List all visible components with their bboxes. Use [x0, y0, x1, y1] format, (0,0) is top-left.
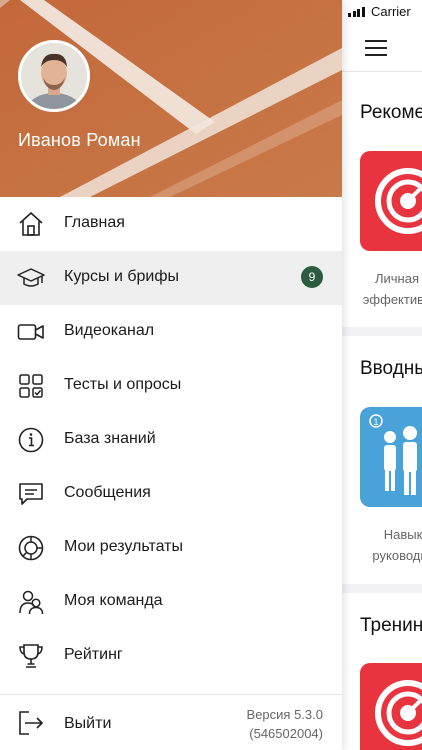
- section-intro: Вводны 1 Навык руководит: [342, 336, 422, 584]
- section-title: Рекоме: [360, 102, 422, 123]
- user-photo: [21, 43, 87, 109]
- video-camera-icon: [17, 324, 44, 340]
- trophy-icon: [19, 644, 43, 668]
- menu-item-home[interactable]: Главная: [0, 197, 342, 251]
- course-caption: Личная эффективн: [362, 271, 422, 307]
- menu-item-label: Курсы и брифы: [64, 268, 180, 285]
- drawer-header: Иванов Роман: [0, 0, 342, 197]
- team-icon: [19, 590, 44, 615]
- version-label: Версия 5.3.0: [246, 707, 323, 722]
- logout-button[interactable]: Выйти: [64, 715, 111, 733]
- menu-item-label: Моя команда: [64, 592, 163, 609]
- menu-item-courses[interactable]: Курсы и брифы: [0, 251, 342, 305]
- section-title: Тренин: [360, 615, 422, 636]
- section-trainings: Тренин: [342, 593, 422, 750]
- menu-item-my-results[interactable]: Мои результаты: [0, 521, 342, 575]
- course-thumbnail[interactable]: 1: [360, 407, 422, 507]
- courses-count-badge: 9: [301, 266, 323, 288]
- menu-item-label: Мои результаты: [64, 538, 183, 555]
- status-bar: Carrier: [342, 0, 422, 24]
- menu-item-rating[interactable]: Рейтинг: [0, 629, 342, 683]
- navigation-drawer: Иванов Роман Главная Курсы и брифы Видео…: [0, 0, 342, 750]
- menu-item-video-channel[interactable]: Видеоканал: [0, 305, 342, 359]
- info-icon: [18, 427, 44, 453]
- menu-item-label: Главная: [64, 214, 125, 231]
- carrier-label: Carrier: [371, 4, 411, 19]
- menu-item-label: Видеоканал: [64, 322, 155, 339]
- menu-item-label: Сообщения: [64, 484, 151, 501]
- graduation-cap-icon: [17, 268, 45, 287]
- target-icon: [375, 680, 422, 746]
- avatar[interactable]: [18, 40, 90, 112]
- home-icon: [19, 212, 43, 236]
- results-chart-icon: [18, 535, 44, 561]
- signal-icon: [348, 7, 365, 17]
- menu-item-label: Тесты и опросы: [64, 376, 182, 393]
- drawer-menu: Главная Курсы и брифы Видеоканал Тесты и…: [0, 197, 342, 683]
- svg-text:1: 1: [373, 417, 378, 427]
- course-caption: Навык руководит: [372, 527, 422, 563]
- user-name: Иванов Роман: [18, 130, 141, 150]
- section-title: Вводны: [360, 358, 422, 379]
- menu-item-knowledge-base[interactable]: База знаний: [0, 413, 342, 467]
- menu-icon[interactable]: [365, 40, 387, 56]
- menu-item-label: База знаний: [64, 430, 156, 447]
- tests-grid-icon: [19, 374, 43, 398]
- menu-item-tests[interactable]: Тесты и опросы: [0, 359, 342, 413]
- drawer-footer: Выйти Версия 5.3.0 (546502004): [0, 694, 342, 750]
- course-thumbnail[interactable]: [360, 663, 422, 750]
- course-thumbnail[interactable]: [360, 151, 422, 251]
- build-number: (546502004): [249, 726, 323, 741]
- message-icon: [19, 483, 43, 505]
- section-recommended: Рекоме Личная эффективн: [342, 72, 422, 327]
- menu-item-my-team[interactable]: Моя команда: [0, 575, 342, 629]
- menu-item-messages[interactable]: Сообщения: [0, 467, 342, 521]
- app-header: [342, 24, 422, 72]
- menu-item-label: Рейтинг: [64, 646, 123, 663]
- logout-icon[interactable]: [17, 709, 45, 737]
- target-icon: [375, 168, 422, 234]
- app-version: Версия 5.3.0 (546502004): [247, 705, 323, 743]
- people-icon: 1: [369, 414, 417, 495]
